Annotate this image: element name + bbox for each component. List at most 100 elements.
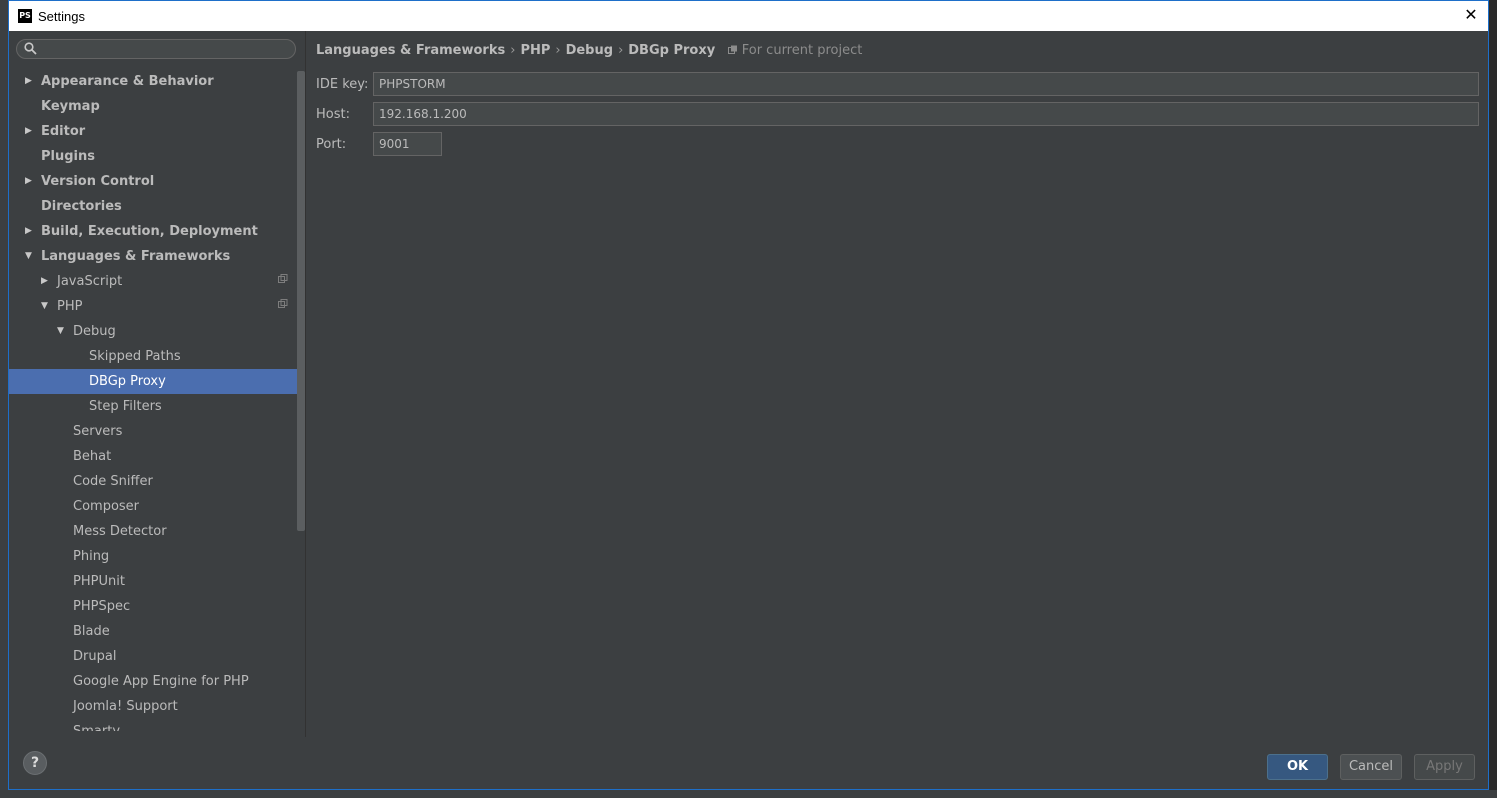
settings-tree: ▶ Appearance & Behavior Keymap ▶ Editor Plugi…	[9, 69, 297, 731]
tree-item-editor[interactable]: ▶ Editor	[9, 119, 297, 144]
tree-item-phpunit[interactable]: PHPUnit	[9, 569, 297, 594]
sidebar-scrollbar[interactable]	[297, 71, 305, 531]
title-bar: PS Settings ✕	[9, 1, 1488, 31]
tree-item-plugins[interactable]: Plugins	[9, 144, 297, 169]
tree-item-label: JavaScript	[57, 274, 123, 289]
tree-item-step-filters[interactable]: Step Filters	[9, 394, 297, 419]
tree-item-joomla-support[interactable]: Joomla! Support	[9, 694, 297, 719]
tree-item-label: PHP	[57, 299, 83, 314]
tree-item-phpspec[interactable]: PHPSpec	[9, 594, 297, 619]
breadcrumb-separator: ›	[555, 43, 561, 58]
port-input[interactable]	[373, 132, 442, 156]
tree-item-dbgp-proxy[interactable]: DBGp Proxy	[9, 369, 297, 394]
tree-item-composer[interactable]: Composer	[9, 494, 297, 519]
tree-item-label: Servers	[73, 424, 123, 439]
tree-item-google-app-engine-for-php[interactable]: Google App Engine for PHP	[9, 669, 297, 694]
chevron-down-icon[interactable]: ▼	[57, 319, 64, 344]
tree-item-label: Directories	[41, 199, 122, 214]
scope-hint: For current project	[727, 43, 863, 58]
tree-item-label: Languages & Frameworks	[41, 249, 231, 264]
help-button[interactable]: ?	[23, 751, 47, 775]
tree-item-label: Behat	[73, 449, 112, 464]
search-input[interactable]	[41, 41, 295, 59]
host-label: Host:	[316, 107, 350, 122]
window-title: Settings	[38, 9, 85, 24]
project-scope-icon	[727, 45, 737, 54]
tree-item-phing[interactable]: Phing	[9, 544, 297, 569]
tree-item-appearance-behavior[interactable]: ▶ Appearance & Behavior	[9, 69, 297, 94]
tree-item-blade[interactable]: Blade	[9, 619, 297, 644]
close-icon: ✕	[1464, 7, 1478, 24]
phpstorm-app-icon: PS	[18, 9, 32, 23]
tree-item-label: Smarty	[73, 719, 120, 731]
tree-item-label: Build, Execution, Deployment	[41, 224, 258, 239]
tree-item-version-control[interactable]: ▶ Version Control	[9, 169, 297, 194]
tree-item-code-sniffer[interactable]: Code Sniffer	[9, 469, 297, 494]
tree-item-label: Phing	[73, 549, 110, 564]
tree-item-label: Skipped Paths	[89, 349, 181, 364]
chevron-down-icon[interactable]: ▼	[25, 244, 32, 269]
tree-item-javascript[interactable]: ▶ JavaScript	[9, 269, 297, 294]
chevron-right-icon[interactable]: ▶	[25, 69, 32, 94]
project-scope-icon	[278, 294, 288, 319]
ide-key-input[interactable]	[373, 72, 1479, 96]
tree-item-behat[interactable]: Behat	[9, 444, 297, 469]
tree-item-label: PHPSpec	[73, 599, 131, 614]
port-label: Port:	[316, 137, 347, 152]
help-icon: ?	[30, 755, 40, 771]
background-window-bottom	[0, 790, 1497, 798]
ide-key-label: IDE key:	[316, 77, 369, 92]
tree-item-label: Version Control	[41, 174, 155, 189]
search-icon	[24, 42, 37, 55]
tree-item-label: DBGp Proxy	[89, 374, 166, 389]
breadcrumb-item: PHP	[520, 43, 551, 58]
tree-item-label: Google App Engine for PHP	[73, 674, 249, 689]
settings-dialog: PS Settings ✕ ▶ Appearance & Behavior Keym…	[8, 0, 1489, 790]
chevron-right-icon[interactable]: ▶	[25, 219, 32, 244]
breadcrumb-item: Languages & Frameworks	[316, 43, 506, 58]
background-window-strip	[0, 0, 8, 798]
chevron-right-icon[interactable]: ▶	[25, 119, 32, 144]
breadcrumb-separator: ›	[618, 43, 624, 58]
scope-hint-text: For current project	[741, 43, 863, 58]
tree-item-skipped-paths[interactable]: Skipped Paths	[9, 344, 297, 369]
tree-item-directories[interactable]: Directories	[9, 194, 297, 219]
tree-item-php[interactable]: ▼ PHP	[9, 294, 297, 319]
breadcrumb-item: DBGp Proxy	[628, 43, 716, 58]
tree-item-servers[interactable]: Servers	[9, 419, 297, 444]
tree-item-build-execution-deployment[interactable]: ▶ Build, Execution, Deployment	[9, 219, 297, 244]
breadcrumb-separator: ›	[510, 43, 516, 58]
search-field[interactable]	[16, 39, 296, 59]
cancel-button[interactable]: Cancel	[1340, 754, 1402, 780]
tree-item-keymap[interactable]: Keymap	[9, 94, 297, 119]
tree-item-label: Blade	[73, 624, 110, 639]
tree-item-label: Editor	[41, 124, 86, 139]
tree-item-label: Joomla! Support	[73, 699, 178, 714]
breadcrumb-item: Debug	[565, 43, 614, 58]
dialog-footer: ? OK Cancel Apply	[9, 737, 1488, 789]
ok-button[interactable]: OK	[1267, 754, 1328, 780]
chevron-right-icon[interactable]: ▶	[41, 269, 48, 294]
breadcrumb: Languages & Frameworks › PHP › Debug › DBGp Pr…	[316, 43, 862, 58]
tree-item-label: Composer	[73, 499, 140, 514]
tree-item-debug[interactable]: ▼ Debug	[9, 319, 297, 344]
tree-item-label: Mess Detector	[73, 524, 167, 539]
tree-item-drupal[interactable]: Drupal	[9, 644, 297, 669]
tree-item-languages-frameworks[interactable]: ▼ Languages & Frameworks	[9, 244, 297, 269]
tree-item-label: Debug	[73, 324, 116, 339]
tree-item-label: Step Filters	[89, 399, 162, 414]
close-button[interactable]: ✕	[1460, 5, 1482, 27]
tree-item-label: Plugins	[41, 149, 95, 164]
tree-item-label: PHPUnit	[73, 574, 125, 589]
tree-item-label: Code Sniffer	[73, 474, 153, 489]
tree-item-mess-detector[interactable]: Mess Detector	[9, 519, 297, 544]
tree-item-smarty[interactable]: Smarty	[9, 719, 297, 731]
project-scope-icon	[278, 269, 288, 294]
settings-content: Languages & Frameworks › PHP › Debug › DBGp Pr…	[306, 31, 1488, 737]
tree-item-label: Appearance & Behavior	[41, 74, 214, 89]
apply-button[interactable]: Apply	[1414, 754, 1475, 780]
chevron-down-icon[interactable]: ▼	[41, 294, 48, 319]
host-input[interactable]	[373, 102, 1479, 126]
chevron-right-icon[interactable]: ▶	[25, 169, 32, 194]
settings-sidebar: ▶ Appearance & Behavior Keymap ▶ Editor Plugi…	[9, 31, 305, 737]
